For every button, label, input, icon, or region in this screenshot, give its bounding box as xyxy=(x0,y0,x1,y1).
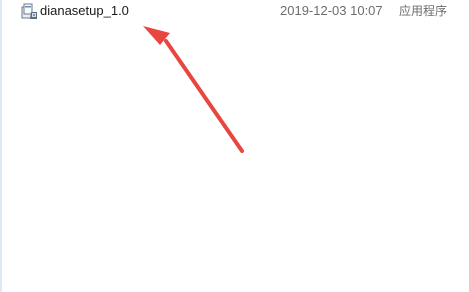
file-name[interactable]: dianasetup_1.0 xyxy=(40,3,129,19)
file-row-dianasetup[interactable]: dianasetup_1.0 2019-12-03 10:07 应用程序 xyxy=(16,0,469,24)
file-explorer-pane: dianasetup_1.0 2019-12-03 10:07 应用程序 xyxy=(0,0,469,292)
arrow-shaft xyxy=(164,39,244,153)
arrow-head xyxy=(143,26,170,45)
file-date-modified: 2019-12-03 10:07 xyxy=(280,3,383,18)
left-pane-border xyxy=(0,0,2,292)
installer-icon xyxy=(21,3,38,20)
file-type: 应用程序 xyxy=(399,4,448,18)
red-arrow-annotation xyxy=(143,26,244,153)
